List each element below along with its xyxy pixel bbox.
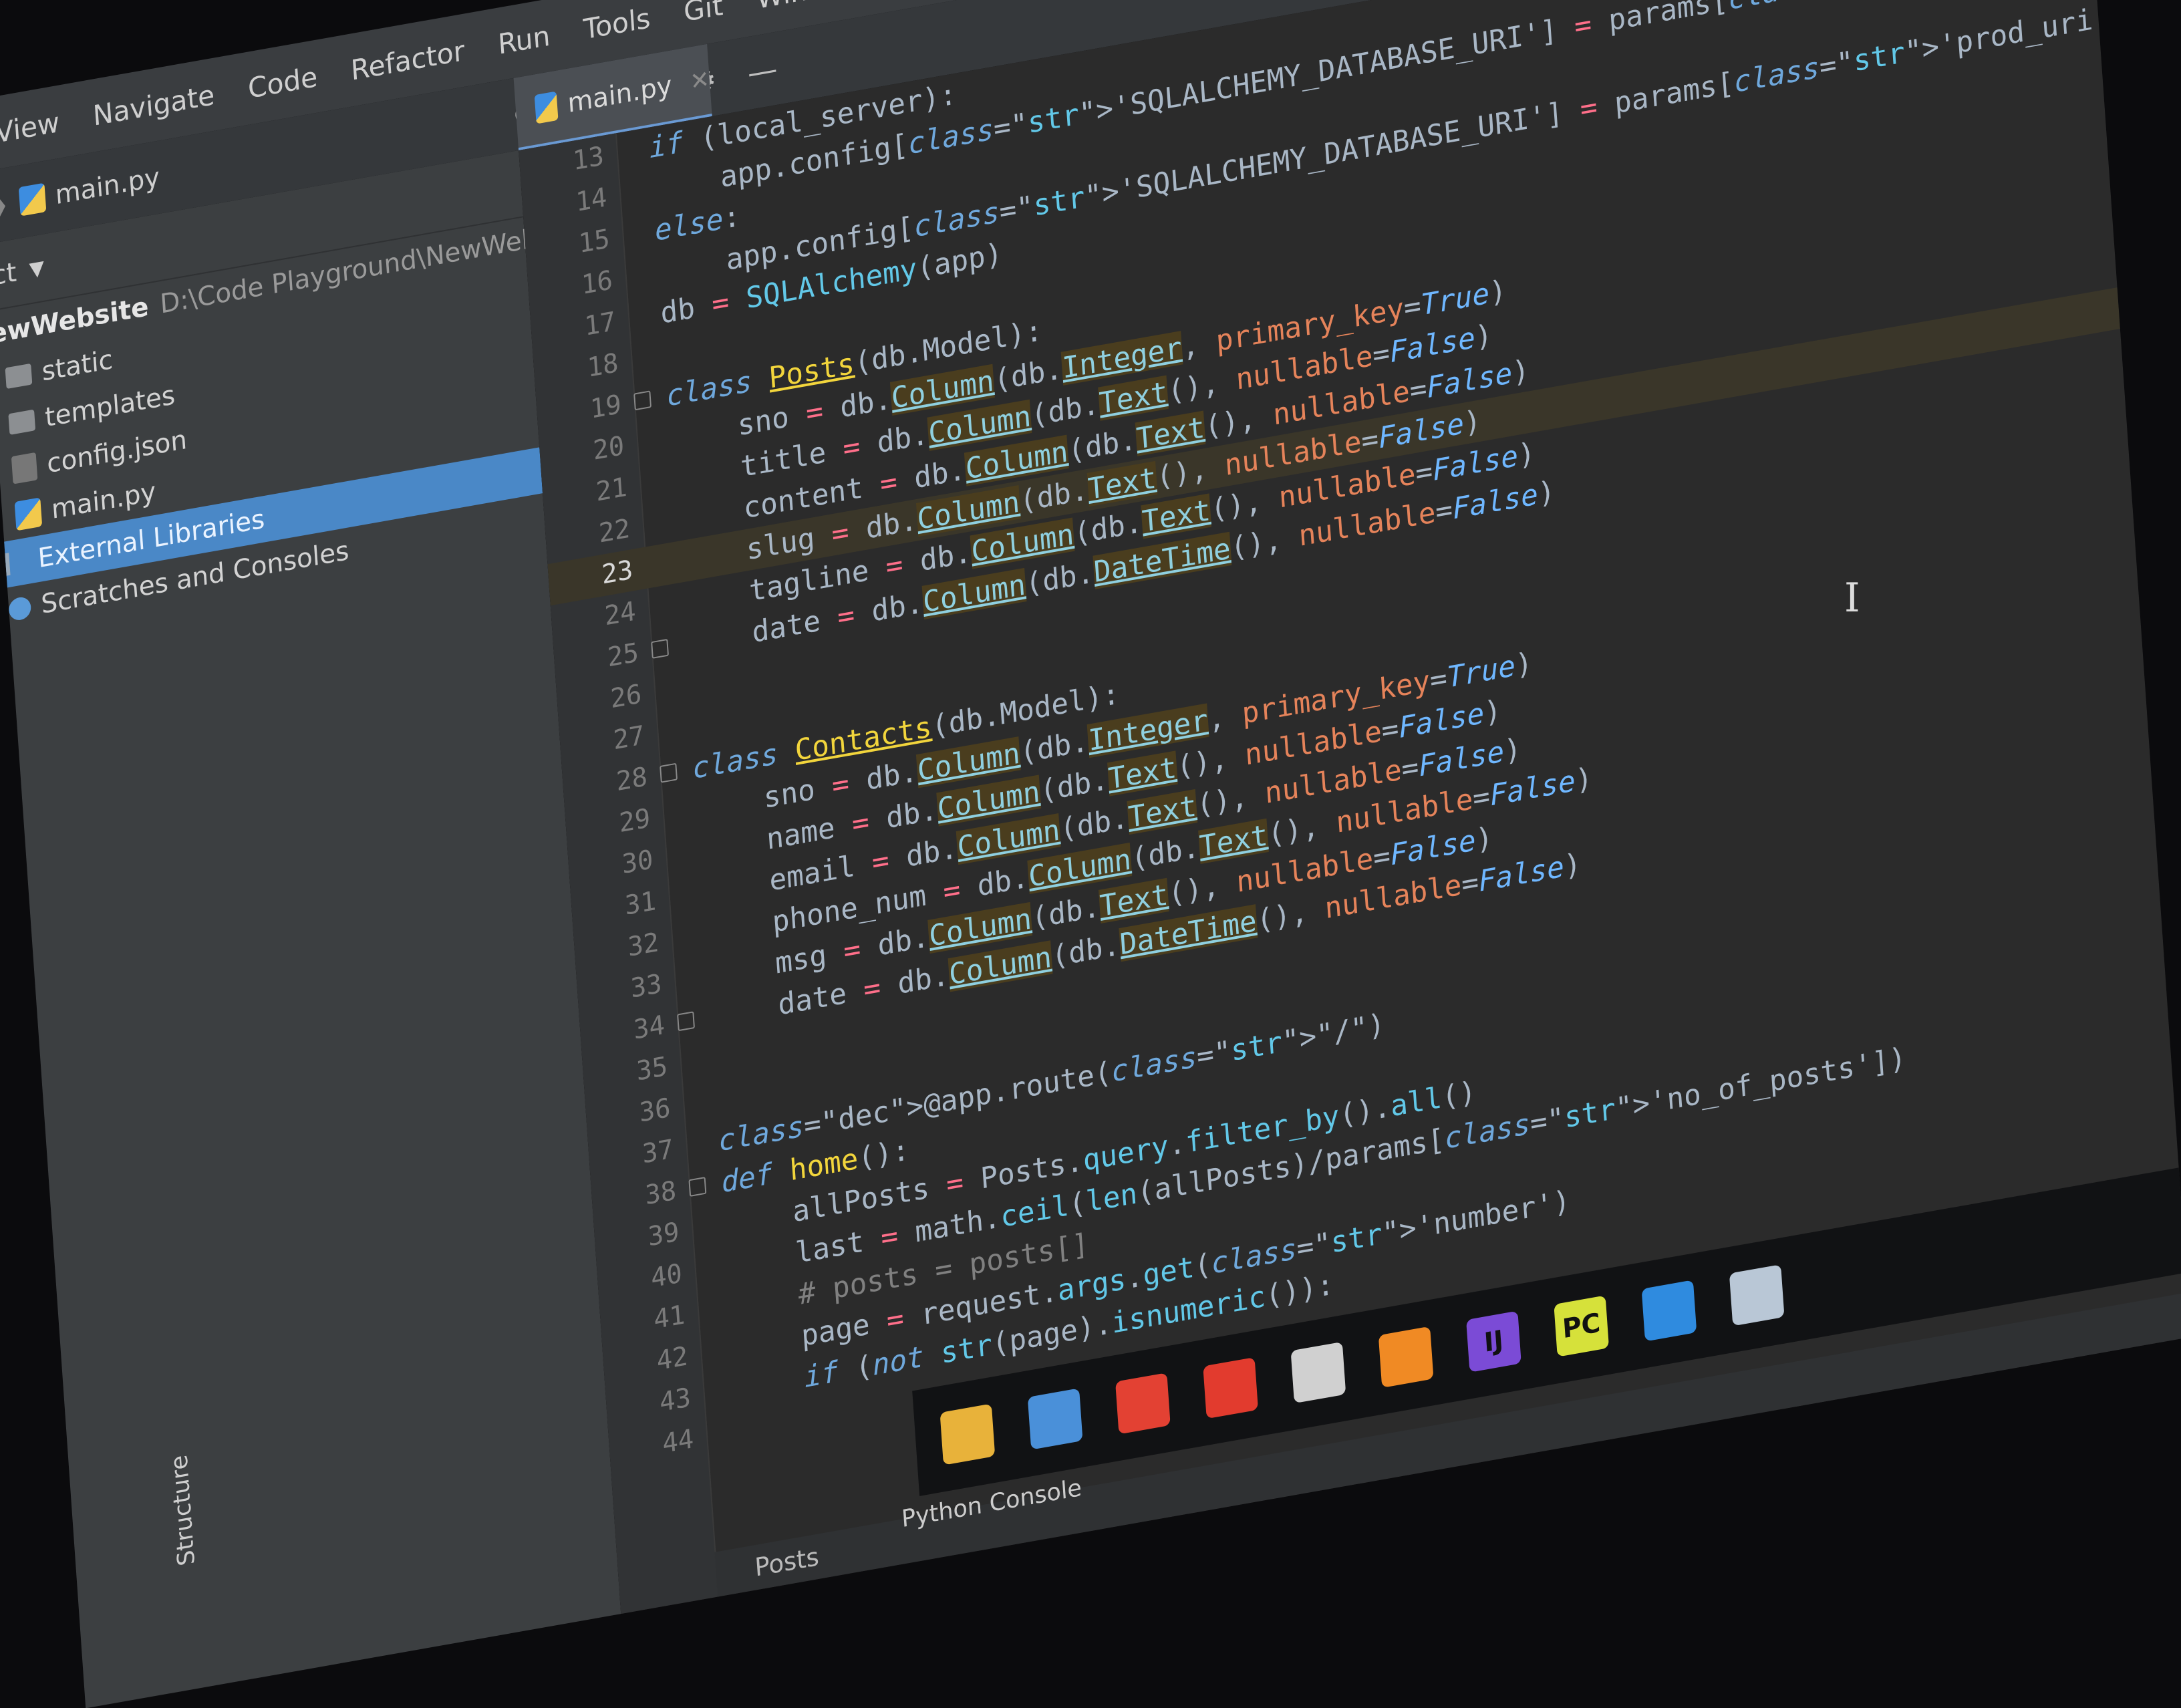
snip-tool-icon[interactable] [1729, 1264, 1785, 1326]
close-icon[interactable]: ✕ [689, 65, 710, 96]
this-pc-icon[interactable] [1027, 1388, 1083, 1450]
menu-item-run[interactable]: Run [497, 19, 551, 60]
vscode-icon[interactable] [1641, 1280, 1697, 1342]
json-file-icon [11, 452, 38, 484]
menu-item-navigate[interactable]: Navigate [92, 78, 215, 132]
fold-marker-icon[interactable] [688, 1176, 707, 1197]
chevron-right-icon: ❯ [0, 188, 10, 223]
scratches-icon [8, 595, 32, 622]
intellij-icon[interactable]: IJ [1466, 1310, 1521, 1373]
menu-item-windo[interactable]: Windo [755, 0, 842, 15]
tree-item-label: static [41, 344, 114, 388]
chevron-down-icon: ▼ [28, 255, 45, 282]
fold-marker-icon[interactable] [651, 638, 670, 659]
menu-item-git[interactable]: Git [683, 0, 724, 27]
editor-tab-label: main.py [566, 70, 674, 119]
minimize-icon[interactable]: — [746, 50, 779, 91]
python-file-icon [14, 497, 43, 531]
sublime-text-icon[interactable] [1378, 1326, 1434, 1388]
ide-screen: View Navigate Code Refactor Run Tools Git Windo… [0, 0, 2181, 1708]
pycharm-icon[interactable]: PC [1554, 1295, 1610, 1357]
menu-item-view[interactable]: View [0, 106, 61, 149]
project-view-label: ct [0, 257, 18, 292]
fold-marker-icon[interactable] [633, 390, 652, 411]
library-icon [5, 549, 29, 576]
text-cursor-icon: I [1844, 575, 1860, 621]
python-file-icon [534, 91, 559, 124]
project-panel: ct ▼ ewWebsite D:\Code Playground\NewWeb… [0, 150, 621, 1708]
editor-breadcrumb-posts[interactable]: Posts [754, 1542, 820, 1582]
fold-marker-icon[interactable] [677, 1011, 695, 1032]
menu-item-code[interactable]: Code [247, 60, 318, 104]
breadcrumb-file[interactable]: main.py [54, 162, 160, 210]
fold-marker-icon[interactable] [660, 762, 678, 783]
menu-item-tools[interactable]: Tools [583, 1, 651, 45]
menu-item-refactor[interactable]: Refactor [349, 34, 465, 86]
python-file-icon [18, 182, 46, 217]
folder-icon [5, 363, 33, 390]
obs-icon[interactable] [1290, 1341, 1346, 1404]
record-icon[interactable] [1203, 1357, 1259, 1419]
chrome-icon[interactable] [1115, 1373, 1171, 1435]
folder-icon [8, 409, 36, 435]
file-explorer-icon[interactable] [939, 1403, 996, 1465]
